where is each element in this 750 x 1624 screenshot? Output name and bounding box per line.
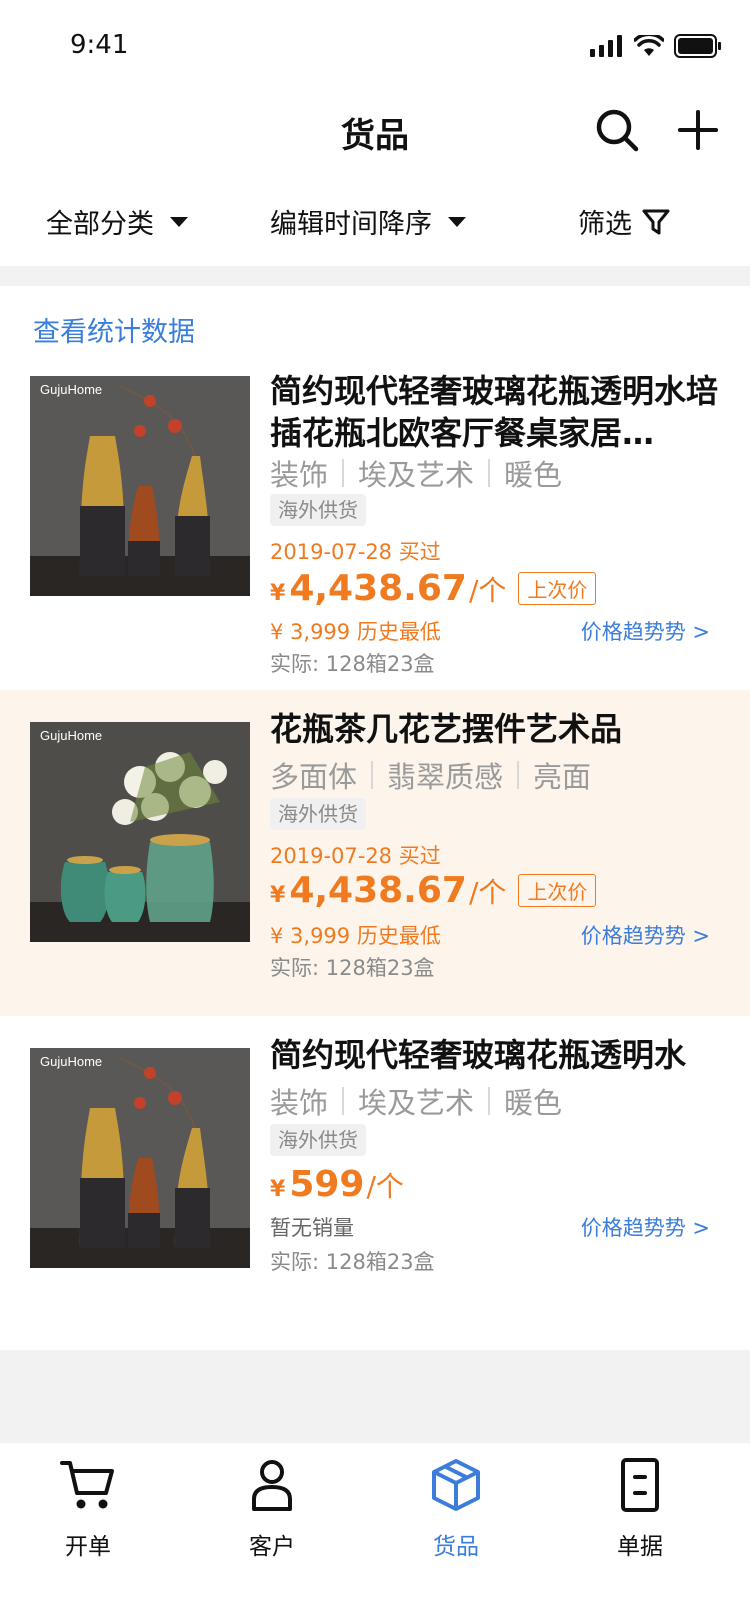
tag: 暖色 <box>504 1086 563 1120</box>
tab-label: 开单 <box>65 1534 111 1560</box>
price-row: ¥ 4,438.67 /个 上次价 <box>270 568 597 609</box>
price-row: ¥ 599 /个 <box>270 1164 404 1205</box>
box-icon <box>432 1459 480 1511</box>
product-title: 简约现代轻奢玻璃花瓶透明水培插花瓶北欧客厅餐桌家居… <box>270 372 719 452</box>
caret-down-icon <box>448 216 466 227</box>
price-unit: /个 <box>468 574 507 607</box>
actual-quantity: 实际: 128箱23盒 <box>270 652 435 676</box>
battery-icon <box>674 34 721 58</box>
tag: 埃及艺术 <box>358 1086 475 1120</box>
price-trend-link[interactable]: 价格趋势势 > <box>581 616 710 646</box>
status-bar: 9:41 <box>0 0 750 88</box>
no-sales: 暂无销量 <box>270 1216 354 1240</box>
sort-filter-label: 编辑时间降序 <box>270 209 432 240</box>
history-low: ¥ 3,999 历史最低 <box>270 924 441 948</box>
tag-divider <box>488 459 491 487</box>
product-tags: 装饰 埃及艺术 暖色 <box>270 1080 562 1122</box>
product-card[interactable]: GujuHome 花瓶茶几花艺摆件艺术品 多面体 翡翠质感 亮面 海外供货 20… <box>0 690 750 1016</box>
tag-divider <box>488 1087 491 1115</box>
tab-documents[interactable]: 单据 <box>580 1457 700 1561</box>
price-value: 599 <box>289 1164 365 1205</box>
tag: 装饰 <box>270 1086 329 1120</box>
product-tags: 装饰 埃及艺术 暖色 <box>270 452 562 494</box>
tag: 装饰 <box>270 458 329 492</box>
tag-divider <box>342 1087 345 1115</box>
price-value: 4,438.67 <box>289 870 467 911</box>
tab-goods[interactable]: 货品 <box>396 1457 516 1561</box>
filter-bar: 全部分类 编辑时间降序 筛选 <box>0 180 750 266</box>
filter-button-label: 筛选 <box>578 209 632 240</box>
product-title: 花瓶茶几花艺摆件艺术品 <box>270 710 623 748</box>
sort-filter[interactable]: 编辑时间降序 <box>270 202 466 241</box>
currency-symbol: ¥ <box>270 581 286 606</box>
tag-divider <box>342 459 345 487</box>
product-image: GujuHome <box>30 722 250 942</box>
tag: 亮面 <box>533 760 592 794</box>
price-trend-link[interactable]: 价格趋势势 > <box>581 920 710 950</box>
price-row: ¥ 4,438.67 /个 上次价 <box>270 870 597 911</box>
funnel-icon <box>642 209 670 234</box>
tag-divider <box>517 761 520 789</box>
brand-watermark: GujuHome <box>40 728 102 743</box>
product-card[interactable]: GujuHome 简约现代轻奢玻璃花瓶透明水 装饰 埃及艺术 暖色 海外供货 ¥… <box>0 1016 750 1316</box>
product-image: GujuHome <box>30 376 250 596</box>
status-time: 9:41 <box>70 30 129 60</box>
tag: 多面体 <box>270 760 358 794</box>
category-filter-label: 全部分类 <box>46 209 154 240</box>
caret-down-icon <box>170 216 188 227</box>
tab-label: 客户 <box>249 1534 295 1560</box>
price-value: 4,438.67 <box>289 568 467 609</box>
currency-symbol: ¥ <box>270 883 286 908</box>
add-icon[interactable] <box>676 108 720 152</box>
last-price-badge: 上次价 <box>518 572 597 605</box>
stats-link[interactable]: 查看统计数据 <box>33 310 195 349</box>
tab-customer[interactable]: 客户 <box>212 1457 332 1561</box>
actual-quantity: 实际: 128箱23盒 <box>270 956 435 980</box>
user-icon <box>252 1460 292 1511</box>
bought-date: 2019-07-28 买过 <box>270 540 441 564</box>
product-title: 简约现代轻奢玻璃花瓶透明水 <box>270 1036 687 1074</box>
overseas-badge: 海外供货 <box>270 494 366 526</box>
search-icon[interactable] <box>595 108 639 152</box>
product-card[interactable]: GujuHome 简约现代轻奢玻璃花瓶透明水培插花瓶北欧客厅餐桌家居… 装饰 埃… <box>0 356 750 690</box>
filter-button[interactable]: 筛选 <box>578 202 670 241</box>
bought-date: 2019-07-28 买过 <box>270 844 441 868</box>
signal-icon <box>590 35 622 57</box>
tag-divider <box>371 761 374 789</box>
last-price-badge: 上次价 <box>518 874 597 907</box>
status-icons <box>590 34 722 58</box>
nav-bar: 货品 <box>0 88 750 180</box>
brand-watermark: GujuHome <box>40 1054 102 1069</box>
price-trend-link[interactable]: 价格趋势势 > <box>581 1212 710 1242</box>
category-filter[interactable]: 全部分类 <box>46 202 188 241</box>
wifi-icon <box>634 35 664 56</box>
product-image: GujuHome <box>30 1048 250 1268</box>
history-low: ¥ 3,999 历史最低 <box>270 620 441 644</box>
overseas-badge: 海外供货 <box>270 798 366 830</box>
cart-icon <box>60 1461 114 1509</box>
brand-watermark: GujuHome <box>40 382 102 397</box>
tag: 翡翠质感 <box>387 760 504 794</box>
document-icon <box>621 1458 659 1512</box>
product-tags: 多面体 翡翠质感 亮面 <box>270 754 591 796</box>
overseas-badge: 海外供货 <box>270 1124 366 1156</box>
tab-bar: 开单 客户 货品 单据 <box>0 1443 750 1624</box>
tab-label: 单据 <box>617 1534 663 1560</box>
tag: 暖色 <box>504 458 563 492</box>
actual-quantity: 实际: 128箱23盒 <box>270 1250 435 1274</box>
price-unit: /个 <box>468 876 507 909</box>
product-list: 查看统计数据 GujuHome 简约现代轻奢玻璃花瓶透明水培插花瓶北欧客厅餐桌家… <box>0 286 750 1350</box>
price-unit: /个 <box>366 1170 404 1203</box>
currency-symbol: ¥ <box>270 1177 286 1202</box>
tag: 埃及艺术 <box>358 458 475 492</box>
tab-label: 货品 <box>433 1534 479 1560</box>
tab-order[interactable]: 开单 <box>28 1457 148 1561</box>
